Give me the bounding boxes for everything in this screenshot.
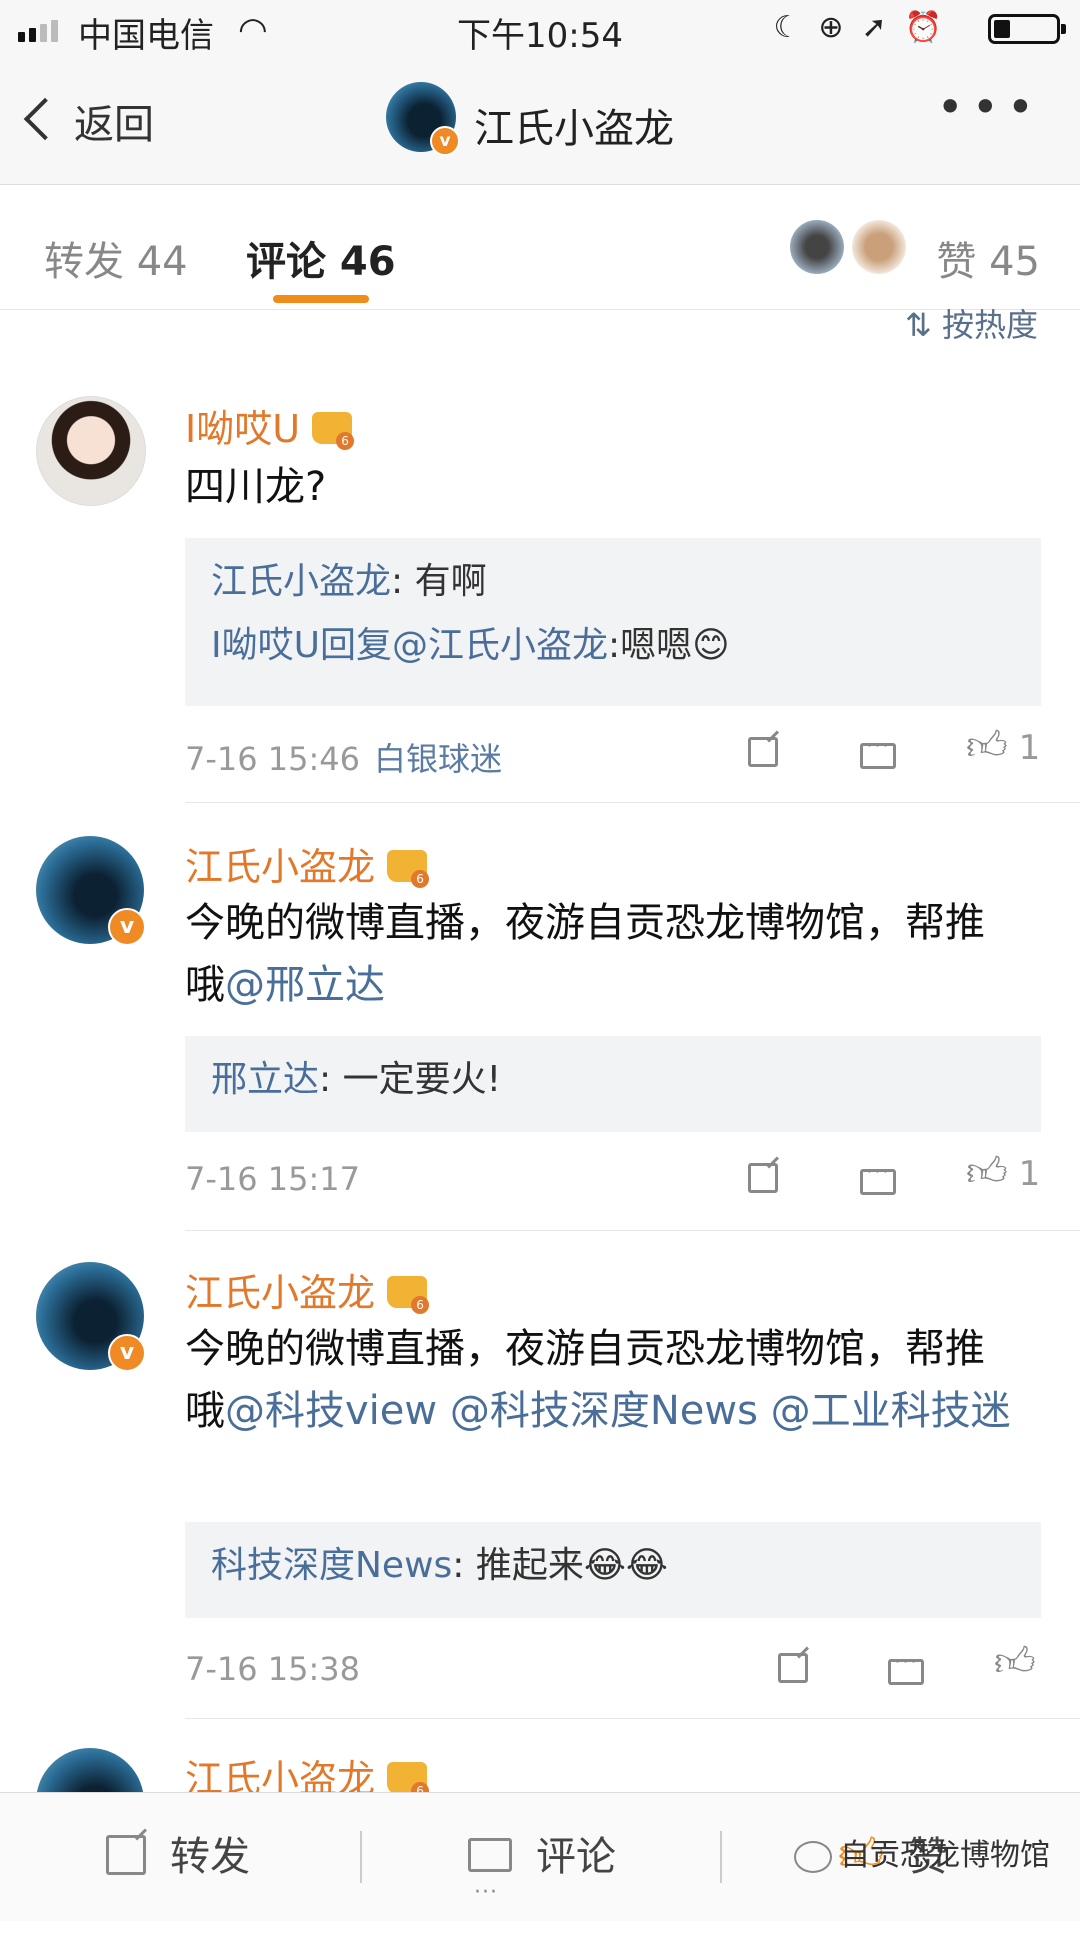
more-icon[interactable]: ••• [937, 80, 1042, 134]
reply-line: I呦哎U回复@江氏小盗龙:嗯嗯😊 [211, 625, 730, 666]
comment-meta: 7-16 15:38 [185, 1650, 360, 1688]
comment-username[interactable]: 江氏小盗龙 [185, 836, 430, 891]
reply-line: 江氏小盗龙: 有啊 [211, 561, 487, 602]
avatar[interactable] [36, 396, 146, 506]
like-count: 1 [1018, 1154, 1041, 1194]
share-icon [748, 737, 778, 767]
thumbs-up-icon: 👍︎ [994, 1639, 1036, 1685]
like-button[interactable]: 👍︎ 1 [966, 1148, 1040, 1196]
share-button[interactable] [778, 1652, 808, 1692]
liker-avatar[interactable] [790, 220, 844, 274]
mention-link[interactable]: @邢立达 [225, 962, 385, 1008]
reply-line: 邢立达: 一定要火! [211, 1059, 502, 1100]
tab-bar: 转发 44 评论 46 赞 45 [0, 185, 1080, 310]
back-button[interactable]: 返回 [23, 92, 154, 150]
comment-icon [888, 1650, 924, 1685]
reply-box[interactable]: 科技深度News: 推起来😂😂 [185, 1522, 1041, 1618]
comment-icon [860, 734, 896, 769]
thumbs-up-icon: 👍︎ [966, 1149, 1008, 1195]
comment-meta: 7-16 15:46 白银球迷 [185, 734, 502, 780]
comment-username[interactable]: I呦哎U [185, 398, 355, 453]
reply-box[interactable]: 邢立达: 一定要火! [185, 1036, 1041, 1132]
comment-time: 7-16 15:38 [185, 1650, 361, 1688]
tab-comments[interactable]: 评论 46 [246, 229, 396, 287]
divider [360, 1831, 362, 1883]
repost-button[interactable]: 转发 [106, 1793, 250, 1921]
reply-box[interactable]: 江氏小盗龙: 有啊 I呦哎U回复@江氏小盗龙:嗯嗯😊 [185, 538, 1041, 706]
watermark: 自贡恐龙博物馆 [794, 1830, 1050, 1874]
comment-username[interactable]: 江氏小盗龙 [185, 1262, 430, 1317]
share-icon [106, 1835, 146, 1875]
share-button[interactable] [748, 736, 778, 776]
share-button[interactable] [748, 1162, 778, 1202]
status-icons: ☾⊕➚⏰ [773, 10, 960, 45]
vip-crown-icon [387, 1275, 430, 1314]
divider [185, 1230, 1080, 1231]
wechat-icon [794, 1840, 832, 1873]
status-bar: 中国电信 ◠ 下午10:54 ☾⊕➚⏰ [0, 0, 1080, 58]
reply-button[interactable] [860, 734, 896, 778]
verified-badge-icon: v [108, 1334, 146, 1372]
comment-meta: 7-16 15:17 [185, 1160, 360, 1198]
reply-button[interactable] [860, 1160, 896, 1204]
liker-avatar[interactable] [852, 220, 906, 274]
nav-bar: 返回 v 江氏小盗龙 ••• [0, 58, 1080, 185]
verified-badge-icon: v [108, 908, 146, 946]
share-icon [778, 1653, 808, 1683]
vip-crown-icon [312, 411, 355, 450]
battery-icon [988, 14, 1066, 44]
mention-link[interactable]: @科技view @科技深度News @工业科技迷 [225, 1388, 1011, 1434]
back-label: 返回 [74, 102, 154, 148]
page-title: 江氏小盗龙 [474, 106, 674, 152]
active-tab-indicator [273, 295, 369, 303]
share-icon [748, 1163, 778, 1193]
watermark-text: 自贡恐龙博物馆 [840, 1838, 1050, 1873]
like-count: 1 [1018, 728, 1041, 768]
divider [185, 1718, 1080, 1719]
comment-icon [468, 1829, 512, 1957]
tab-likes[interactable]: 赞 45 [936, 229, 1040, 287]
sort-by-hot-button[interactable]: ⇅ 按热度 [905, 300, 1038, 346]
tab-repost[interactable]: 转发 44 [44, 229, 188, 287]
comment-text: 今晚的微博直播，夜游自贡恐龙博物馆，帮推哦@邢立达 [185, 900, 985, 1008]
comment-text: 今晚的微博直播，夜游自贡恐龙博物馆，帮推哦@科技view @科技深度News @… [185, 1326, 1011, 1434]
reply-line: 科技深度News: 推起来😂😂 [211, 1545, 668, 1586]
comment-label: 评论 [536, 1834, 616, 1880]
reply-button[interactable] [888, 1650, 924, 1694]
like-button[interactable]: 👍︎ [994, 1638, 1036, 1686]
comment-source: 白银球迷 [374, 740, 503, 778]
repost-label: 转发 [170, 1834, 250, 1880]
comment-icon [860, 1160, 896, 1195]
like-button[interactable]: 👍︎ 1 [966, 722, 1040, 770]
chevron-left-icon [23, 97, 67, 141]
comment-button[interactable]: 评论 [468, 1793, 616, 1957]
vip-crown-icon [387, 849, 430, 888]
verified-badge-icon: v [430, 126, 460, 156]
vip-crown-icon [387, 1761, 430, 1800]
comment-text: 四川龙? [185, 464, 327, 510]
divider [720, 1831, 722, 1883]
avatar[interactable]: v [36, 1262, 146, 1372]
avatar[interactable]: v [36, 836, 146, 946]
profile-title[interactable]: v 江氏小盗龙 [386, 82, 674, 158]
comment-time: 7-16 15:17 [185, 1160, 361, 1198]
thumbs-up-icon: 👍︎ [966, 723, 1008, 769]
divider [185, 802, 1080, 803]
avatar: v [386, 82, 460, 156]
comment-time: 7-16 15:46 [185, 740, 361, 778]
